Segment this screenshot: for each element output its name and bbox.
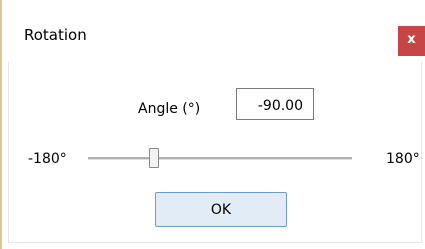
close-icon: x <box>407 32 416 47</box>
rotation-dialog: Rotation x Angle (°) -180° 180° OK <box>0 0 425 249</box>
slider-max-label: 180° <box>386 151 420 167</box>
slider-thumb[interactable] <box>149 148 159 168</box>
ok-button[interactable]: OK <box>155 192 287 227</box>
angle-slider[interactable] <box>86 146 354 170</box>
angle-input[interactable] <box>236 88 314 120</box>
window-title: Rotation <box>24 26 87 44</box>
slider-min-label: -180° <box>28 151 67 167</box>
slider-track[interactable] <box>88 157 352 160</box>
close-button[interactable]: x <box>398 26 425 56</box>
angle-label: Angle (°) <box>138 101 201 117</box>
title-bar[interactable]: Rotation <box>2 0 423 62</box>
